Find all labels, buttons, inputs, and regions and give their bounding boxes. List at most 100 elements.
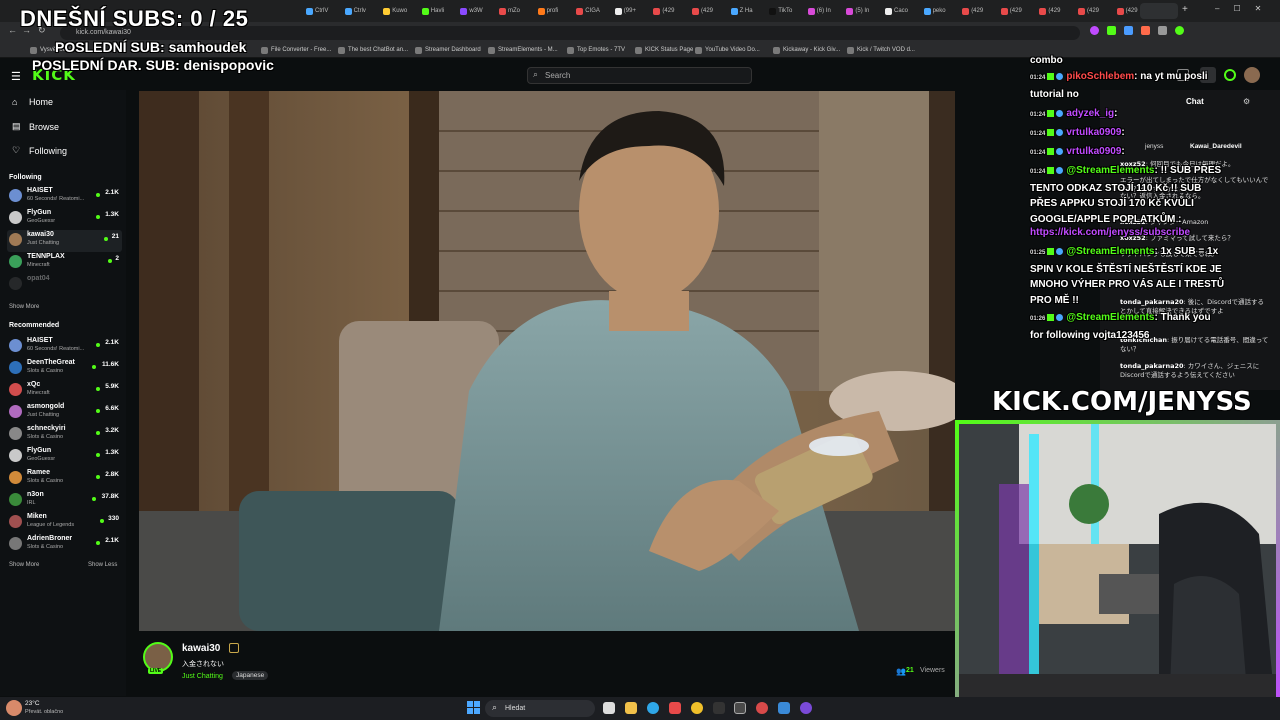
channel-item[interactable]: Ramee Slots & Casino 2.8K bbox=[7, 468, 122, 490]
show-less-recommended[interactable]: Show Less bbox=[88, 562, 117, 568]
app-icon-1[interactable] bbox=[669, 702, 681, 714]
channel-viewers: 21 bbox=[111, 233, 119, 240]
bookmark-item[interactable]: Streamer Dashboard bbox=[415, 44, 481, 56]
search-input[interactable]: Search bbox=[527, 67, 752, 84]
weather-icon[interactable] bbox=[6, 700, 22, 716]
channel-name: schneckyiri bbox=[27, 425, 66, 432]
bookmark-label: KICK Status Page bbox=[645, 47, 694, 53]
channel-item[interactable]: asmongold Just Chatting 6.6K bbox=[7, 402, 122, 424]
chrome-icon[interactable] bbox=[691, 702, 703, 714]
start-icon[interactable] bbox=[467, 701, 480, 714]
chat-username[interactable]: tonda_pakarna20 bbox=[1120, 362, 1184, 370]
tab-favicon-icon bbox=[807, 7, 815, 15]
bookmark-item[interactable]: Kick / Twitch VOD d... bbox=[847, 44, 915, 56]
terminal-icon[interactable] bbox=[713, 702, 725, 714]
channel-item[interactable]: FlyGun GeoGuessr 1.3K bbox=[7, 446, 122, 468]
app-icon-2[interactable] bbox=[778, 702, 790, 714]
task-view-icon[interactable] bbox=[603, 702, 615, 714]
channel-item[interactable]: Miken League of Legends 330 bbox=[7, 512, 122, 534]
overlay-chat-text: https://kick.com/jenyss/subscribe bbox=[1030, 227, 1191, 238]
channel-category: GeoGuessr bbox=[27, 218, 56, 224]
browser-tab[interactable]: w3W bbox=[456, 3, 494, 19]
stream-tag[interactable]: Japanese bbox=[232, 671, 269, 680]
nav-browse[interactable]: ▤ Browse bbox=[12, 121, 59, 132]
browser-tab[interactable]: (429 bbox=[958, 3, 996, 19]
taskbar bbox=[0, 697, 1280, 720]
user-avatar[interactable] bbox=[1244, 67, 1260, 83]
show-more-following[interactable]: Show More bbox=[9, 304, 39, 310]
channel-category: 60 Seconds! Reatomi... bbox=[27, 196, 85, 202]
browser-tab[interactable]: CIGA bbox=[572, 3, 610, 19]
bookmark-label: Streamer Dashboard bbox=[425, 47, 481, 53]
channel-item[interactable]: xQc Minecraft 5.9K bbox=[7, 380, 122, 402]
channel-item[interactable]: n3on IRL 37.8K bbox=[7, 490, 122, 512]
browser-tab[interactable]: (6) In bbox=[804, 3, 842, 19]
bookmark-item[interactable]: StreamElements - M... bbox=[488, 44, 558, 56]
file-explorer-icon[interactable] bbox=[625, 702, 637, 714]
channel-category: Minecraft bbox=[27, 262, 50, 268]
active-tab[interactable] bbox=[1140, 3, 1178, 19]
channel-item[interactable]: opat04 bbox=[7, 274, 122, 296]
channel-viewers: 2.1K bbox=[105, 189, 119, 196]
channel-item[interactable]: HAISET 60 Seconds! Reatomi... 2.1K bbox=[7, 336, 122, 358]
channel-name: n3on bbox=[27, 491, 44, 498]
obs-icon[interactable] bbox=[756, 702, 768, 714]
channel-item[interactable]: HAISET 60 Seconds! Reatomi... 2.1K bbox=[7, 186, 122, 208]
browser-tab[interactable]: (99+ bbox=[611, 3, 649, 19]
browser-tab[interactable]: (5) In bbox=[842, 3, 880, 19]
tab-favicon-icon bbox=[692, 7, 699, 15]
browser-tab[interactable]: (429 bbox=[649, 3, 687, 19]
tab-title: (5) In bbox=[855, 8, 870, 14]
new-tab-icon[interactable]: + bbox=[1182, 4, 1188, 15]
overlay-chat-time: 01:24 bbox=[1030, 112, 1046, 118]
nav-label: Following bbox=[29, 145, 68, 156]
browser-tab[interactable]: Kuwo bbox=[379, 3, 417, 19]
browser-tab[interactable]: Z Ha bbox=[727, 3, 765, 19]
window-controls[interactable]: –☐✕ bbox=[1215, 4, 1275, 13]
bookmark-favicon-icon bbox=[415, 46, 422, 54]
channel-avatar bbox=[9, 383, 22, 396]
browser-tab[interactable]: mZo bbox=[495, 3, 533, 19]
channel-item[interactable]: FlyGun GeoGuessr 1.3K bbox=[7, 208, 122, 230]
browser-tab[interactable]: Havli bbox=[418, 3, 456, 19]
browser-tab[interactable]: TikTo bbox=[765, 3, 803, 19]
bookmark-item[interactable]: YouTube Video Do... bbox=[695, 44, 760, 56]
back-icon[interactable]: ← bbox=[8, 25, 17, 35]
bookmark-item[interactable]: KICK Status Page bbox=[635, 44, 693, 56]
channel-item[interactable]: kawai30 Just Chatting 21 bbox=[7, 230, 122, 252]
taskbar-search[interactable]: Hledat bbox=[485, 700, 595, 717]
browser-tab[interactable]: Ctrlv bbox=[341, 3, 379, 19]
browser-tab[interactable]: peko bbox=[920, 3, 958, 19]
browser-tab[interactable]: (429 bbox=[1074, 3, 1112, 19]
menu-icon[interactable]: ☰ bbox=[11, 70, 21, 83]
nav-following[interactable]: ♡ Following bbox=[12, 145, 67, 156]
channel-item[interactable]: DeenTheGreat Slots & Casino 11.6K bbox=[7, 358, 122, 380]
browser-tab[interactable]: (429 bbox=[1035, 3, 1073, 19]
channel-item[interactable]: AdrienBroner Slots & Casino 2.1K bbox=[7, 534, 122, 556]
search-icon: ⌕ bbox=[533, 69, 539, 79]
bookmark-item[interactable]: Kickaway - Kick Giv... bbox=[773, 44, 840, 56]
channel-item[interactable]: schneckyiri Slots & Casino 3.2K bbox=[7, 424, 122, 446]
bookmark-item[interactable]: File Converter - Free... bbox=[261, 44, 331, 56]
browser-tab[interactable]: (429 bbox=[688, 3, 726, 19]
browser-tab[interactable]: Caco bbox=[881, 3, 919, 19]
edge-icon[interactable] bbox=[647, 702, 659, 714]
extension-icons[interactable] bbox=[1090, 26, 1230, 38]
show-more-recommended[interactable]: Show More bbox=[9, 562, 39, 568]
chrome-active-icon[interactable] bbox=[734, 702, 746, 714]
chat-settings-icon[interactable]: ⚙ bbox=[1243, 97, 1250, 106]
live-dot-icon bbox=[96, 541, 100, 545]
browser-tab[interactable]: profi bbox=[534, 3, 572, 19]
live-dot-icon bbox=[100, 519, 104, 523]
bookmark-item[interactable]: Top Emotes - 7TV bbox=[567, 44, 625, 56]
browser-tab[interactable]: (429 bbox=[997, 3, 1035, 19]
discord-icon[interactable] bbox=[800, 702, 812, 714]
nav-home[interactable]: ⌂ Home bbox=[12, 97, 53, 107]
channel-item[interactable]: TENNPLAX Minecraft 2 bbox=[7, 252, 122, 274]
kick-badge-icon bbox=[1047, 109, 1055, 117]
stream-category[interactable]: Just Chatting bbox=[182, 673, 223, 680]
browser-tab[interactable]: CtrlV bbox=[302, 3, 340, 19]
bookmark-item[interactable]: The best ChatBot an... bbox=[338, 44, 408, 56]
streamer-name[interactable]: kawai30 bbox=[182, 643, 220, 654]
video-player[interactable] bbox=[139, 91, 955, 631]
